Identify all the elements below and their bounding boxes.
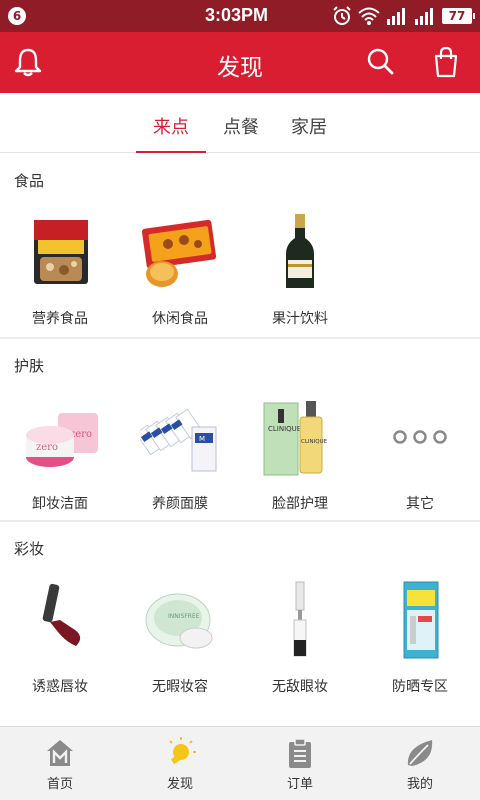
item-label: 无敌眼妆 xyxy=(272,679,328,695)
leaf-icon xyxy=(407,740,433,766)
nav-label: 发现 xyxy=(166,777,193,792)
svg-text:CLINIQUE: CLINIQUE xyxy=(301,439,328,445)
nav-label: 首页 xyxy=(46,777,73,792)
nav-label: 我的 xyxy=(406,777,433,792)
nav-profile[interactable]: 我的 xyxy=(360,727,480,800)
champagne-bottle-icon xyxy=(286,214,314,288)
item-label: 营养食品 xyxy=(32,311,88,327)
alarm-icon xyxy=(333,6,351,25)
nav-discover[interactable]: 发现 xyxy=(120,727,240,800)
app-header: 发现 xyxy=(0,32,480,93)
signal-icon xyxy=(415,8,433,25)
item-label: 养颜面膜 xyxy=(152,496,208,512)
section-title: 护肤 xyxy=(14,357,45,375)
battery-indicator: 77 xyxy=(442,8,475,24)
nav-orders[interactable]: 订单 xyxy=(240,727,360,800)
item-label: 诱惑唇妆 xyxy=(32,679,88,695)
page-title: 发现 xyxy=(217,55,263,81)
home-icon xyxy=(47,740,73,766)
section-makeup: 彩妆 诱惑唇妆 INNISFREE 无暇妆容 无敌眼妆 防晒专区 xyxy=(0,522,480,726)
shopping-bag-icon xyxy=(434,46,458,78)
mascara-icon xyxy=(293,581,307,657)
svg-text:zero: zero xyxy=(36,442,58,453)
cart-button[interactable] xyxy=(428,44,464,80)
sunscreen-icon xyxy=(403,581,439,659)
status-icons: 77 xyxy=(332,6,475,26)
status-time: 3:03PM xyxy=(205,5,269,25)
item-label: 卸妆洁面 xyxy=(32,496,88,512)
search-button[interactable] xyxy=(362,44,398,80)
clipboard-icon xyxy=(289,738,311,768)
bottom-navigation: 首页 发现 订单 我的 xyxy=(0,726,480,800)
item-label: 休闲食品 xyxy=(152,311,208,327)
muesli-icon xyxy=(34,220,88,284)
category-tabs: 来点 点餐 家居 xyxy=(0,93,480,153)
svg-text:M: M xyxy=(199,435,205,443)
status-bar: 6 3:03PM 77 xyxy=(0,0,480,32)
item-label: 果汁饮料 xyxy=(272,311,328,327)
signal-icon xyxy=(387,8,405,25)
cleansing-cream-icon: zero zero xyxy=(26,413,98,467)
item-label: 其它 xyxy=(406,496,434,512)
notification-badge: 6 xyxy=(8,7,26,25)
skincare-bottles-icon: CLINIQUE CLINIQUE xyxy=(263,401,328,476)
search-icon xyxy=(367,48,394,75)
lightbulb-icon xyxy=(169,737,196,764)
nav-home[interactable]: 首页 xyxy=(0,727,120,800)
lipstick-icon xyxy=(42,583,81,646)
wifi-icon xyxy=(358,7,380,25)
svg-text:CLINIQUE: CLINIQUE xyxy=(268,425,301,433)
tab-laidian[interactable]: 来点 xyxy=(136,113,206,139)
item-label: 防晒专区 xyxy=(392,679,448,695)
nav-label: 订单 xyxy=(286,777,313,792)
section-food: 食品 营养食品 休闲食品 果汁饮料 xyxy=(0,154,480,337)
section-skincare: 护肤 zero zero 卸妆洁面 M 养颜面膜 CLINIQUE CLINIQ… xyxy=(0,339,480,520)
svg-text:INNISFREE: INNISFREE xyxy=(168,613,200,620)
more-dots-icon xyxy=(393,430,447,444)
item-label: 脸部护理 xyxy=(272,496,328,512)
face-mask-icon: M xyxy=(140,408,217,472)
section-title: 食品 xyxy=(14,172,45,190)
tab-diancan[interactable]: 点餐 xyxy=(206,113,276,139)
item-label: 无暇妆容 xyxy=(152,679,208,695)
snacks-icon xyxy=(141,219,217,287)
section-title: 彩妆 xyxy=(14,540,45,558)
active-tab-indicator xyxy=(136,151,206,153)
tab-jiaju[interactable]: 家居 xyxy=(274,113,344,139)
compact-powder-icon: INNISFREE xyxy=(145,593,213,649)
